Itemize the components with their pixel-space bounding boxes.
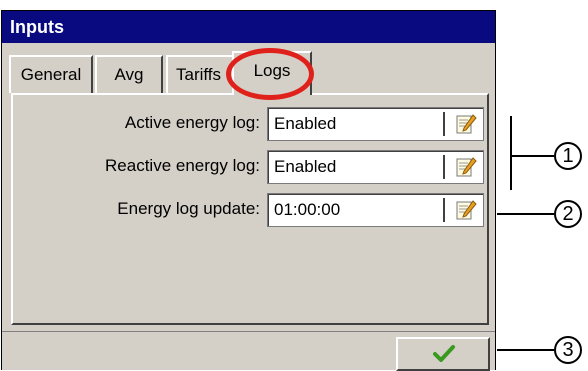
- tab-avg[interactable]: Avg: [95, 55, 163, 93]
- callout-2: 2: [554, 200, 582, 228]
- field-separator: [443, 198, 445, 222]
- callout-3-connector: [497, 349, 554, 351]
- edit-icon[interactable]: [455, 113, 477, 135]
- ok-button[interactable]: [396, 337, 490, 371]
- energy-log-update-label: Energy log update:: [117, 199, 260, 218]
- callout-1-bracket: [510, 116, 512, 190]
- edit-icon[interactable]: [455, 156, 477, 178]
- energy-log-update-value: 01:00:00: [274, 200, 341, 219]
- reactive-energy-log-field[interactable]: Enabled: [267, 150, 484, 184]
- logs-tab-highlight: [226, 48, 314, 100]
- tab-general[interactable]: General: [9, 55, 93, 93]
- callout-2-connector: [497, 213, 554, 215]
- reactive-energy-log-value: Enabled: [274, 157, 337, 176]
- callout-3: 3: [554, 336, 582, 364]
- energy-log-update-field[interactable]: 01:00:00: [267, 193, 484, 227]
- field-separator: [443, 112, 445, 136]
- active-energy-log-value: Enabled: [274, 114, 337, 133]
- checkmark-icon: [433, 345, 455, 362]
- field-separator: [443, 155, 445, 179]
- active-energy-log-label: Active energy log:: [124, 113, 260, 132]
- window-title: Inputs: [2, 11, 495, 43]
- callout-1-connector: [510, 155, 554, 157]
- active-energy-log-field[interactable]: Enabled: [267, 107, 484, 141]
- reactive-energy-log-label: Reactive energy log:: [105, 156, 260, 175]
- callout-1: 1: [554, 142, 582, 170]
- edit-icon[interactable]: [455, 199, 477, 221]
- tab-tariffs[interactable]: Tariffs: [166, 55, 234, 93]
